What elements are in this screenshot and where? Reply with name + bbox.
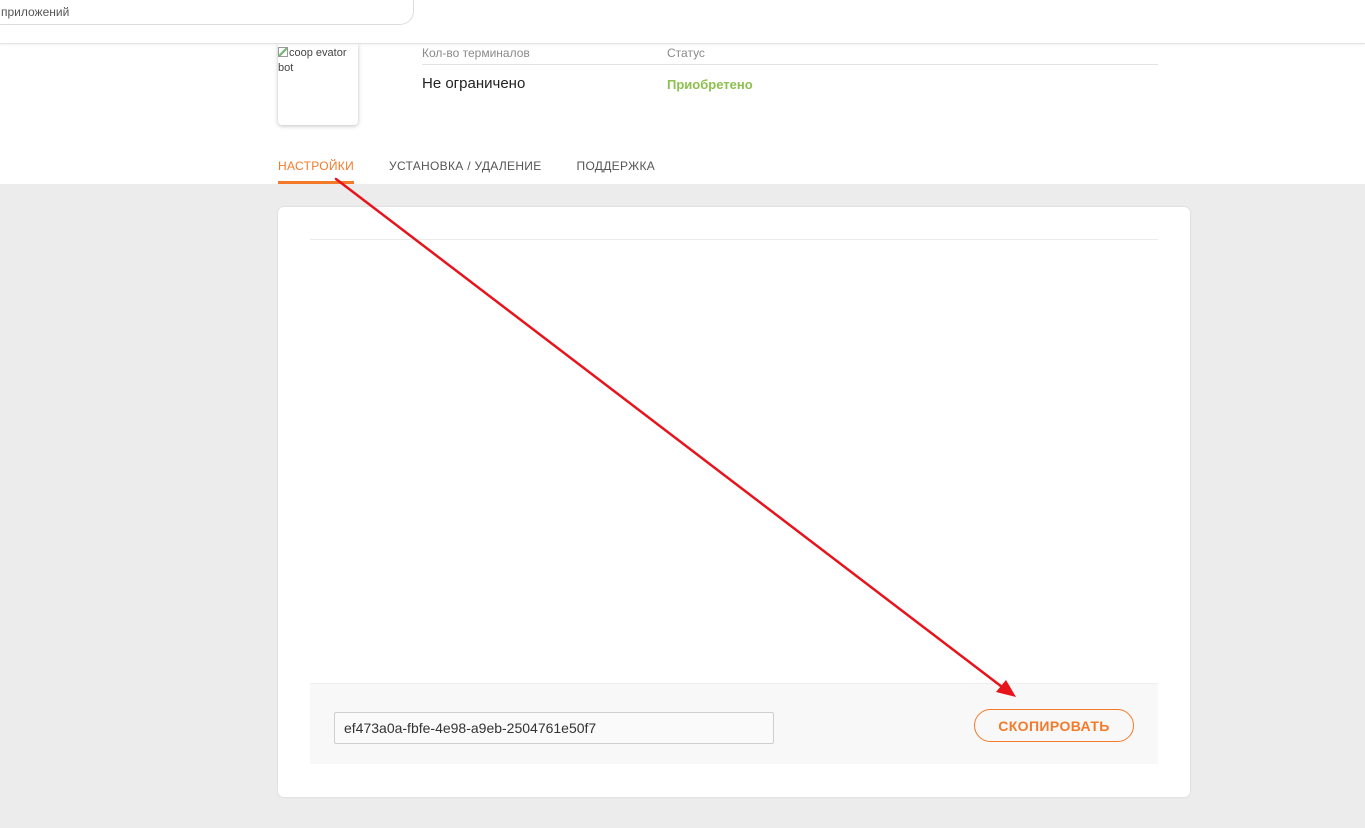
broken-image-icon: [278, 47, 288, 57]
tab-install-uninstall[interactable]: УСТАНОВКА / УДАЛЕНИЕ: [389, 154, 541, 184]
terminals-header: Кол-во терминалов: [422, 46, 530, 60]
app-logo-image: coop evator bot: [278, 44, 358, 125]
info-header-row: Кол-во терминалов Статус: [422, 44, 1158, 65]
tab-support[interactable]: ПОДДЕРЖКА: [577, 154, 656, 184]
key-field[interactable]: [334, 712, 774, 744]
info-value-row: Не ограничено Приобретено: [422, 65, 1158, 101]
app-header: coop evator bot Кол-во терминалов Статус…: [0, 44, 1365, 184]
status-badge: Приобретено: [667, 77, 753, 92]
search-box[interactable]: [0, 0, 414, 25]
copy-button[interactable]: СКОПИРОВАТЬ: [974, 709, 1134, 742]
terminals-value: Не ограничено: [422, 75, 526, 92]
card-divider: [310, 239, 1158, 240]
tab-settings[interactable]: НАСТРОЙКИ: [278, 154, 355, 184]
search-input[interactable]: [1, 4, 381, 20]
tab-bar: НАСТРОЙКИ УСТАНОВКА / УДАЛЕНИЕ ПОДДЕРЖКА: [278, 154, 690, 184]
status-header: Статус: [667, 46, 705, 60]
settings-card: СКОПИРОВАТЬ: [278, 207, 1190, 797]
app-logo-alt-text: coop evator bot: [278, 47, 347, 74]
key-panel: СКОПИРОВАТЬ: [310, 683, 1158, 764]
top-bar: [0, 0, 1365, 44]
app-info: Кол-во терминалов Статус Не ограничено П…: [422, 44, 1158, 101]
